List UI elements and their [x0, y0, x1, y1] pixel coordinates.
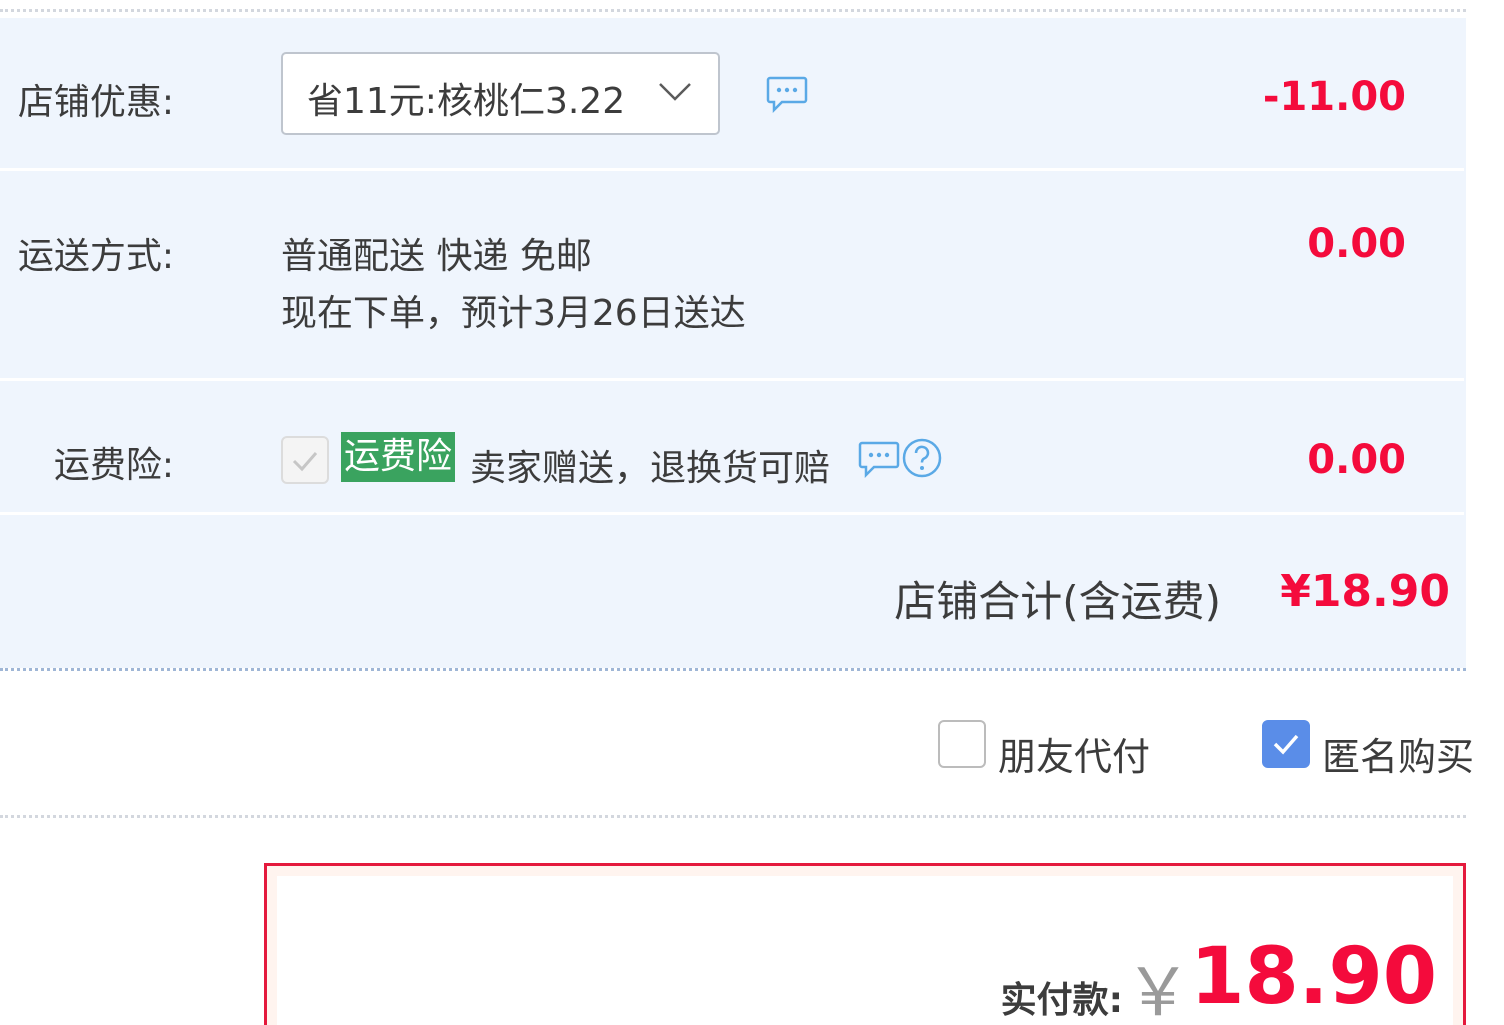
- anonymous-purchase-checkbox[interactable]: [1262, 720, 1310, 768]
- shipping-method: 普通配送 快递 免邮: [281, 236, 592, 277]
- currency-symbol: ￥: [1125, 954, 1191, 1025]
- actual-payment-amount: 18.90: [1190, 932, 1437, 1022]
- check-icon: [1273, 734, 1299, 755]
- insurance-amount: 0.00: [1307, 437, 1406, 483]
- order-summary-page: 店铺优惠: 省11元:核桃仁3.22 -11.00 运送方式: 普通配送 快递 …: [0, 0, 1504, 1025]
- insurance-tag: 运费险: [341, 432, 456, 482]
- shop-total-value: ¥18.90: [1280, 566, 1450, 617]
- shipping-insurance-row: 运费险: 运费险 卖家赠送，退换货可赔 0.00: [0, 381, 1464, 512]
- insurance-checkbox[interactable]: [281, 436, 329, 484]
- chat-bubble-icon[interactable]: [766, 75, 808, 113]
- payment-summary-inner: 实付款: ￥ 18.90: [277, 876, 1453, 1025]
- payment-summary-box: 实付款: ￥ 18.90: [264, 863, 1466, 1025]
- coupon-amount: -11.00: [1262, 74, 1406, 120]
- shop-details-panel: 店铺优惠: 省11元:核桃仁3.22 -11.00 运送方式: 普通配送 快递 …: [0, 18, 1466, 668]
- shop-coupon-label: 店铺优惠:: [17, 82, 174, 123]
- chevron-down-icon: [659, 83, 691, 101]
- insurance-label: 运费险:: [53, 445, 174, 486]
- shipping-eta: 现在下单，预计3月26日送达: [281, 293, 746, 334]
- shipping-label: 运送方式:: [17, 236, 174, 277]
- check-icon: [292, 452, 318, 472]
- chat-bubble-icon[interactable]: [858, 440, 900, 478]
- shipping-amount: 0.00: [1307, 221, 1406, 267]
- question-circle-icon[interactable]: [901, 437, 943, 479]
- coupon-select-value: 省11元:核桃仁3.22: [307, 81, 626, 122]
- shop-total-row: 店铺合计(含运费) ¥18.90: [0, 515, 1466, 668]
- actual-payment-label: 实付款:: [1000, 980, 1123, 1021]
- shipping-row: 运送方式: 普通配送 快递 免邮 现在下单，预计3月26日送达 0.00: [0, 171, 1464, 378]
- friend-pay-label: 朋友代付: [998, 735, 1151, 779]
- insurance-description: 卖家赠送，退换货可赔: [470, 448, 831, 489]
- top-divider: [0, 9, 1466, 12]
- anonymous-purchase-label: 匿名购买: [1322, 735, 1475, 779]
- shop-coupon-row: 店铺优惠: 省11元:核桃仁3.22 -11.00: [0, 18, 1464, 168]
- coupon-select[interactable]: 省11元:核桃仁3.22: [281, 52, 720, 135]
- shop-total-label: 店铺合计(含运费): [894, 577, 1221, 626]
- section-divider: [0, 668, 1466, 671]
- friend-pay-checkbox[interactable]: [938, 720, 986, 768]
- section-divider: [0, 815, 1466, 818]
